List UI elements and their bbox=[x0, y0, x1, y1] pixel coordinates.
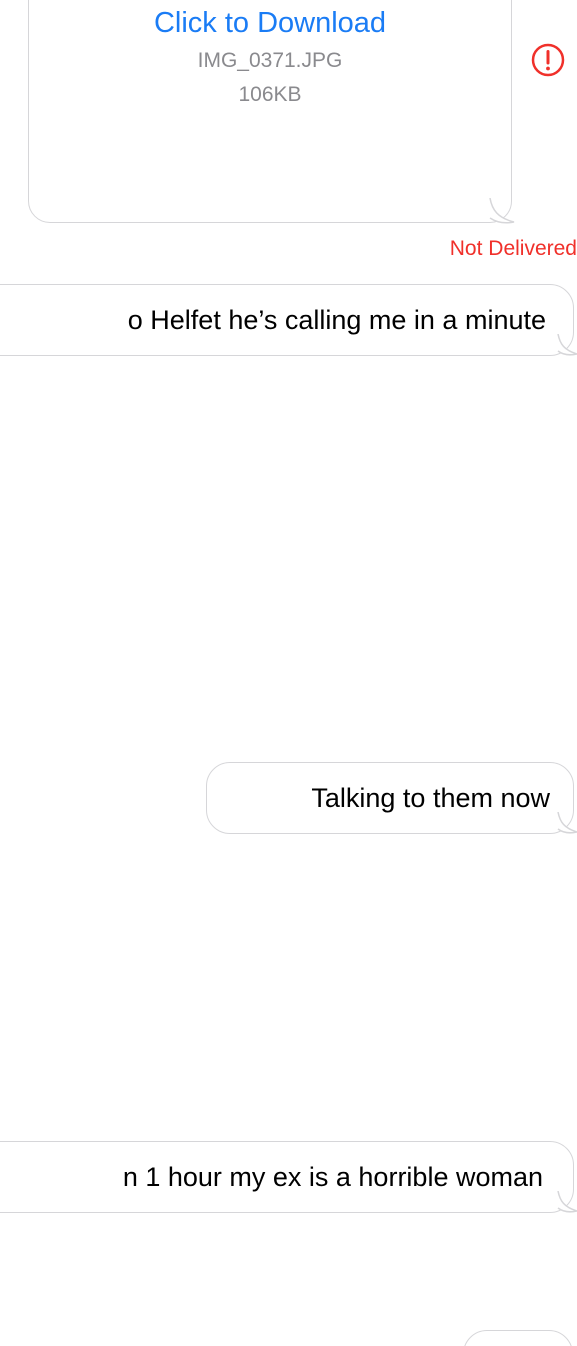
attachment-file-size: 106KB bbox=[238, 83, 302, 106]
bubble-tail bbox=[557, 1191, 577, 1213]
message-bubble[interactable]: Talking to them now bbox=[206, 762, 574, 834]
exclamation-circle-icon[interactable] bbox=[531, 43, 565, 77]
message-text: o Helfet he’s calling me in a minute bbox=[127, 305, 546, 335]
download-link[interactable]: Click to Download bbox=[29, 7, 511, 40]
message-thread: Click to Download IMG_0371.JPG 106KB Not… bbox=[0, 0, 577, 1346]
attachment-file-name: IMG_0371.JPG bbox=[197, 49, 343, 72]
delivery-status: Not Delivered bbox=[449, 237, 577, 260]
message-bubble[interactable] bbox=[463, 1330, 573, 1346]
message-bubble[interactable]: o Helfet he’s calling me in a minute bbox=[0, 284, 574, 356]
message-text: Talking to them now bbox=[311, 783, 550, 813]
bubble-tail bbox=[557, 812, 577, 834]
bubble-tail bbox=[557, 334, 577, 356]
message-text: n 1 hour my ex is a horrible woman bbox=[122, 1162, 543, 1192]
bubble-tail bbox=[489, 198, 515, 224]
attachment-bubble[interactable]: Click to Download IMG_0371.JPG 106KB bbox=[28, 0, 512, 223]
message-bubble[interactable]: n 1 hour my ex is a horrible woman bbox=[0, 1141, 574, 1213]
